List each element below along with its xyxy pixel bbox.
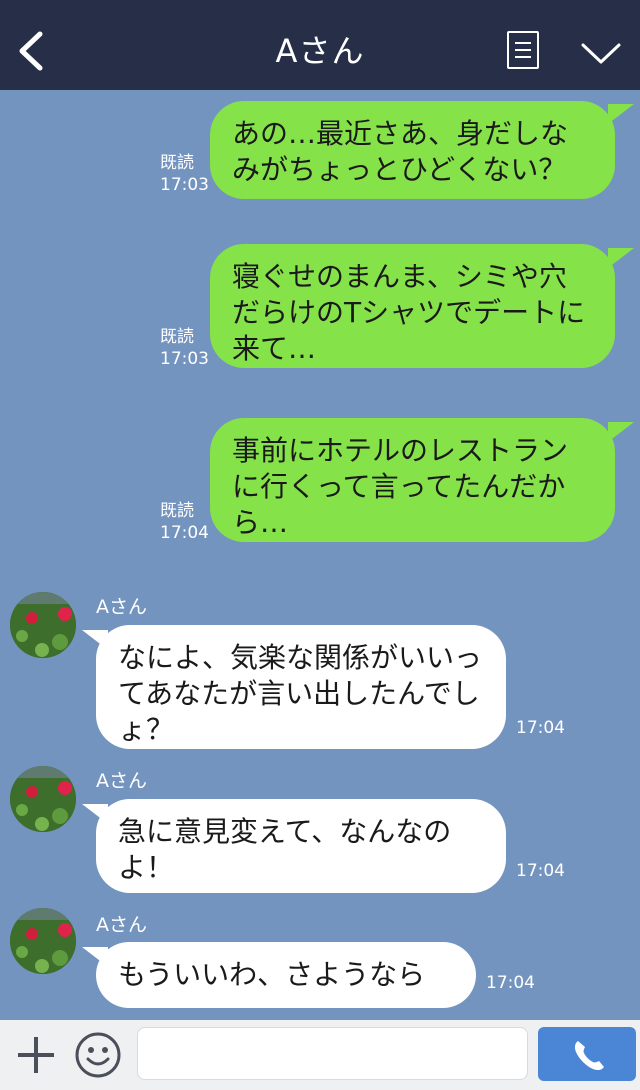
avatar-rose-image bbox=[10, 592, 76, 658]
message-time: 17:04 bbox=[516, 718, 565, 738]
incoming-message[interactable]: なによ、気楽な関係がいいってあなたが言い出したんでしょ？ bbox=[96, 625, 506, 749]
read-status: 既読 17:04 bbox=[160, 501, 209, 543]
incoming-message[interactable]: 急に意見変えて、なんなのよ！ bbox=[96, 799, 506, 893]
message-input[interactable] bbox=[137, 1027, 528, 1080]
sender-name: Aさん bbox=[96, 914, 147, 936]
bubble-tail bbox=[608, 248, 634, 268]
chat-header: Aさん bbox=[0, 0, 640, 90]
bubble-tail bbox=[608, 104, 634, 124]
chat-title: Aさん bbox=[275, 32, 365, 70]
call-button[interactable] bbox=[538, 1027, 636, 1081]
message-time: 17:04 bbox=[486, 973, 535, 993]
chevron-down-icon[interactable] bbox=[580, 40, 622, 66]
read-status: 既読 17:03 bbox=[160, 327, 209, 369]
sender-name: Aさん bbox=[96, 770, 147, 792]
plus-icon[interactable] bbox=[15, 1034, 57, 1076]
phone-icon bbox=[574, 1041, 604, 1071]
outgoing-message[interactable]: 事前にホテルのレストランに行くって言ってたんだから… bbox=[210, 418, 615, 542]
smiley-icon[interactable] bbox=[74, 1031, 122, 1079]
avatar-rose-image bbox=[10, 766, 76, 832]
input-bar bbox=[0, 1020, 640, 1090]
avatar-rose-image bbox=[10, 908, 76, 974]
read-status: 既読 17:03 bbox=[160, 153, 209, 195]
sender-name: Aさん bbox=[96, 596, 147, 618]
avatar[interactable] bbox=[10, 908, 76, 974]
chat-area[interactable]: 既読 17:03 あの…最近さあ、身だしなみがちょっとひどくない？ 既読 17:… bbox=[0, 90, 640, 1018]
message-time: 17:04 bbox=[516, 861, 565, 881]
avatar[interactable] bbox=[10, 766, 76, 832]
incoming-message[interactable]: もういいわ、さようなら bbox=[96, 942, 476, 1008]
avatar[interactable] bbox=[10, 592, 76, 658]
menu-list-icon[interactable] bbox=[507, 31, 539, 69]
outgoing-message[interactable]: 寝ぐせのまんま、シミや穴だらけのTシャツでデートに来て… bbox=[210, 244, 615, 368]
outgoing-message[interactable]: あの…最近さあ、身だしなみがちょっとひどくない？ bbox=[210, 101, 615, 199]
bubble-tail bbox=[608, 422, 634, 442]
